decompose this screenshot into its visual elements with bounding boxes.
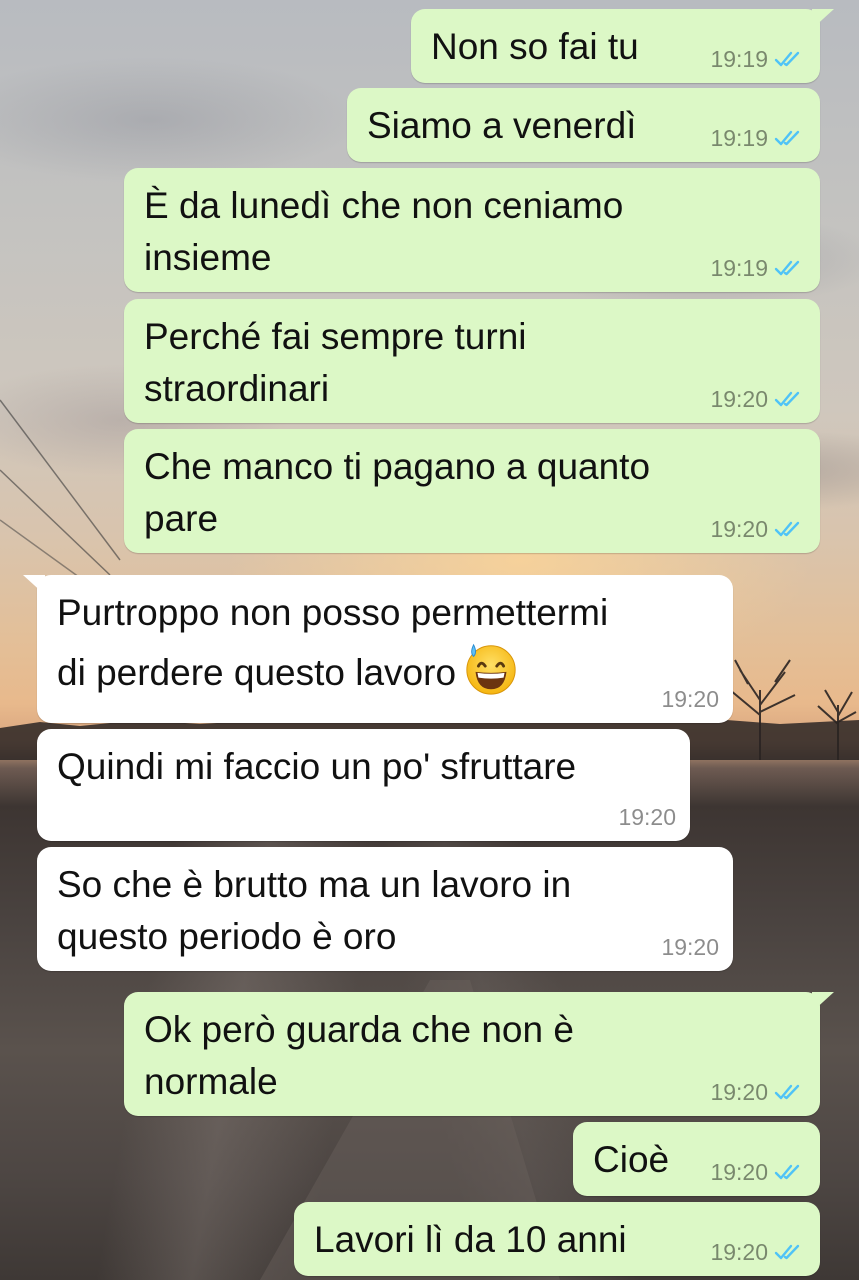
double-check-read-icon bbox=[774, 1243, 804, 1261]
double-check-read-icon bbox=[774, 259, 804, 277]
message-text: Che manco ti pagano a quanto pare bbox=[144, 446, 651, 539]
message-text: Lavori lì da 10 anni bbox=[314, 1219, 627, 1260]
grinning-face-with-sweat-emoji bbox=[466, 643, 516, 695]
message-bubble-outgoing[interactable]: Siamo a venerdì 19:19 bbox=[347, 88, 820, 162]
message-time: 19:20 bbox=[661, 686, 719, 712]
message-time: 19:19 bbox=[710, 255, 768, 281]
message-text: Non so fai tu bbox=[431, 26, 639, 67]
message-text: Perché fai sempre turni straordinari bbox=[144, 316, 527, 409]
message-time: 19:20 bbox=[710, 386, 768, 412]
message-time: 19:20 bbox=[710, 1159, 768, 1185]
message-meta: 19:20 bbox=[710, 1160, 804, 1184]
message-meta: 19:19 bbox=[710, 256, 804, 280]
message-meta: 19:20 bbox=[710, 1080, 804, 1104]
message-time: 19:20 bbox=[618, 804, 676, 830]
message-meta: 19:20 bbox=[661, 935, 719, 959]
message-text: Quindi mi faccio un po' sfruttare bbox=[57, 746, 577, 787]
message-bubble-outgoing[interactable]: Che manco ti pagano a quanto pare 19:20 bbox=[124, 429, 820, 553]
message-meta: 19:20 bbox=[710, 387, 804, 411]
message-bubble-outgoing[interactable]: Ok però guarda che non è normale 19:20 bbox=[124, 992, 834, 1116]
message-meta: 19:20 bbox=[710, 1240, 804, 1264]
message-time: 19:20 bbox=[710, 516, 768, 542]
double-check-read-icon bbox=[774, 129, 804, 147]
message-text: Purtroppo non posso permettermi di perde… bbox=[57, 592, 609, 693]
message-bubble-incoming[interactable]: So che è brutto ma un lavoro in questo p… bbox=[37, 847, 733, 971]
message-text: Cioè bbox=[593, 1139, 670, 1180]
message-bubble-incoming[interactable]: Purtroppo non posso permettermi di perde… bbox=[23, 575, 733, 723]
message-meta: 19:20 bbox=[710, 517, 804, 541]
conversation[interactable]: Non so fai tu 19:19 Siamo a venerdì 19:1… bbox=[0, 0, 859, 1280]
message-meta: 19:20 bbox=[618, 805, 676, 829]
message-text: So che è brutto ma un lavoro in questo p… bbox=[57, 864, 572, 957]
message-text: Siamo a venerdì bbox=[367, 105, 637, 146]
message-meta: 19:19 bbox=[710, 47, 804, 71]
message-bubble-incoming[interactable]: Quindi mi faccio un po' sfruttare 19:20 bbox=[37, 729, 690, 841]
message-bubble-outgoing[interactable]: Cioè 19:20 bbox=[573, 1122, 820, 1196]
message-bubble-outgoing[interactable]: Lavori lì da 10 anni 19:20 bbox=[294, 1202, 820, 1276]
message-bubble-outgoing[interactable]: Non so fai tu 19:19 bbox=[411, 9, 834, 83]
message-time: 19:19 bbox=[710, 125, 768, 151]
double-check-read-icon bbox=[774, 390, 804, 408]
double-check-read-icon bbox=[774, 520, 804, 538]
message-text: È da lunedì che non ceniamo insieme bbox=[144, 185, 624, 278]
message-text: Ok però guarda che non è normale bbox=[144, 1009, 574, 1102]
message-time: 19:20 bbox=[710, 1239, 768, 1265]
message-time: 19:19 bbox=[710, 46, 768, 72]
double-check-read-icon bbox=[774, 1083, 804, 1101]
double-check-read-icon bbox=[774, 1163, 804, 1181]
message-meta: 19:19 bbox=[710, 126, 804, 150]
message-time: 19:20 bbox=[661, 934, 719, 960]
double-check-read-icon bbox=[774, 50, 804, 68]
message-meta: 19:20 bbox=[661, 687, 719, 711]
message-bubble-outgoing[interactable]: È da lunedì che non ceniamo insieme 19:1… bbox=[124, 168, 820, 292]
message-time: 19:20 bbox=[710, 1079, 768, 1105]
message-bubble-outgoing[interactable]: Perché fai sempre turni straordinari 19:… bbox=[124, 299, 820, 423]
